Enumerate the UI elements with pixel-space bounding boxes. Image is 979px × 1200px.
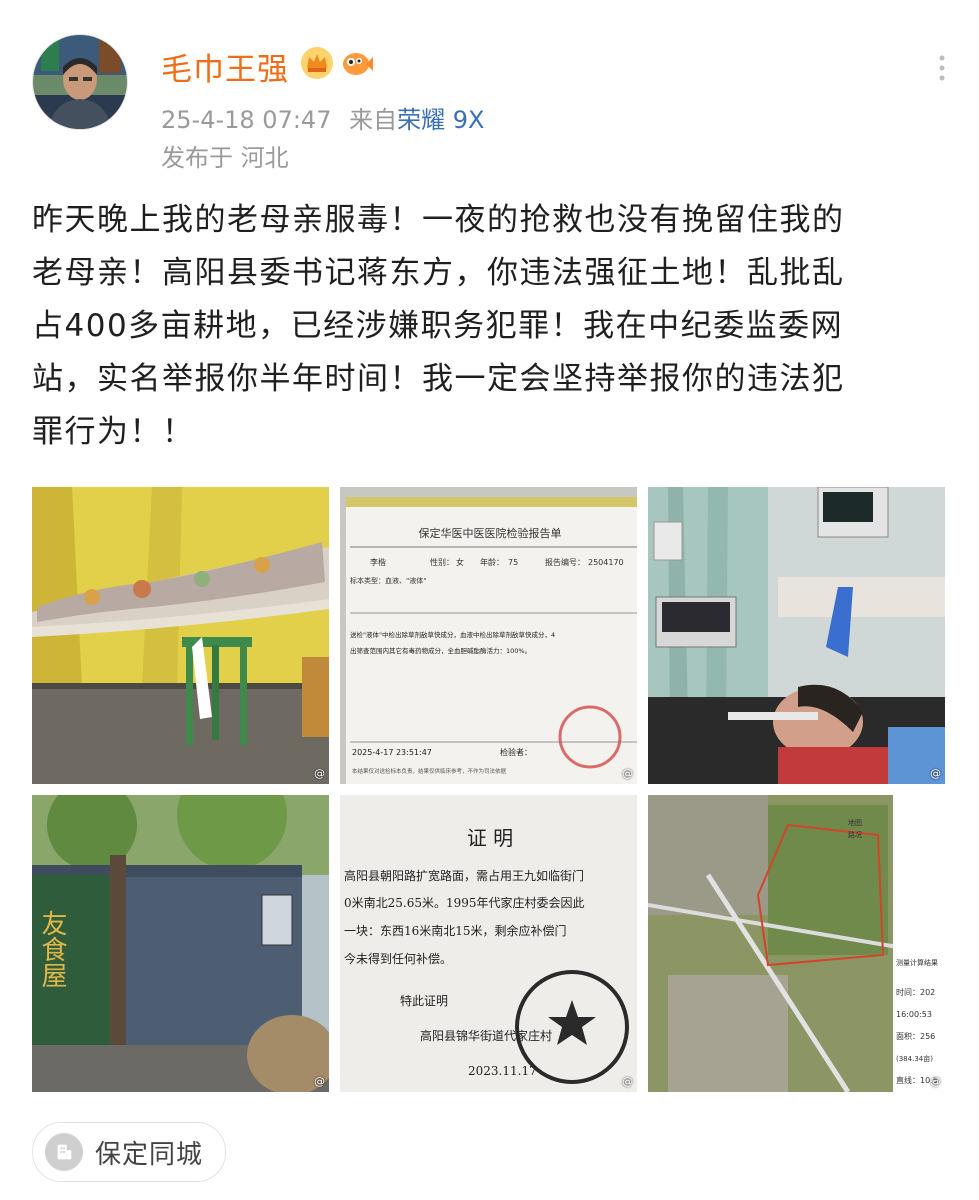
image-grid: @ 保定华医中医医院检验报告单 李楷 性别： 女 年龄： 75 报告编号： 25… — [32, 487, 945, 1092]
certificate-line1: 高阳县朝阳路扩宽路面，需占用王九如临街门 — [344, 868, 584, 883]
watermark: @ — [930, 1075, 941, 1088]
report-title: 保定华医中医医院检验报告单 — [419, 526, 562, 540]
certificate-date: 2023.11.17 — [468, 1064, 537, 1078]
report-no: 2504170 — [588, 558, 624, 567]
fish-icon[interactable] — [340, 46, 374, 80]
image-shack[interactable]: 友食屋 @ — [32, 795, 329, 1092]
timestamp: 25-4-18 07:47 — [161, 106, 332, 134]
report-age: 75 — [508, 558, 518, 567]
topic-tag[interactable]: 保定同城 — [32, 1122, 227, 1182]
map-label1: 地图 — [848, 818, 862, 827]
watermark: @ — [314, 1075, 325, 1088]
watermark: @ — [622, 1075, 633, 1088]
map-time-label: 时间：202 — [896, 987, 935, 997]
post-text-line: 昨天晚上我的老母亲服毒！一夜的抢救也没有挽留住我的 — [32, 202, 845, 238]
watermark: @ — [314, 767, 325, 780]
post-meta: 25-4-18 07:47 来自荣耀 9X — [161, 100, 484, 135]
certificate-closing: 特此证明 — [400, 993, 448, 1008]
report-line1: 送检"液体"中检出除草剂敌草快成分，血液中检出除草剂敌草快成分，4 — [350, 630, 555, 639]
certificate-line4: 今未得到任何补偿。 — [344, 951, 452, 966]
image-lab-report[interactable]: 保定华医中医医院检验报告单 李楷 性别： 女 年龄： 75 报告编号： 2504… — [340, 487, 637, 784]
source-prefix: 来自 — [349, 106, 398, 134]
image-hospital[interactable]: @ — [648, 487, 945, 784]
report-footer: 本结果仅对送检标本负责，结果仅供临床参考，不作为司法依据 — [352, 767, 507, 775]
certificate-line2: 0米南北25.65米。1995年代家庄村委会因此 — [344, 895, 585, 910]
watermark: @ — [930, 767, 941, 780]
map-area-label: 面积：256 — [896, 1031, 935, 1041]
map-mu: (384.34亩) — [896, 1054, 933, 1063]
shack-sign: 友食屋 — [37, 910, 67, 988]
image-map[interactable]: 地图 路况 测量计算结果 时间：202 16:00:53 面积：256 (384… — [648, 795, 945, 1092]
post-text-line: 站，实名举报你半年时间！我一定会坚持举报你的违法犯 — [32, 361, 845, 397]
image-bier[interactable]: @ — [32, 487, 329, 784]
certificate-issuer: 高阳县锦华街道代家庄村 — [420, 1028, 552, 1043]
device-link[interactable]: 荣耀 9X — [397, 106, 484, 134]
report-age-label: 年龄： — [480, 557, 504, 567]
report-line2: 出筛查范围内其它有毒药物成分，全血胆碱酯酶活力：100%。 — [350, 646, 531, 655]
post-text-line: 占400多亩耕地，已经涉嫌职务犯罪！我在中纪委监委网 — [32, 308, 844, 344]
map-label2: 路况 — [848, 830, 862, 839]
report-gender-label: 性别： — [430, 557, 454, 567]
report-sample: 标本类型：血液、"液体" — [350, 576, 426, 585]
report-datetime: 2025-4-17 23:51:47 — [352, 748, 432, 757]
report-name: 李楷 — [370, 557, 386, 567]
post-text-line: 罪行为！！ — [32, 414, 195, 450]
crown-icon[interactable] — [300, 46, 334, 80]
report-no-label: 报告编号： — [545, 557, 585, 567]
report-gender: 女 — [456, 557, 464, 567]
map-time-value: 16:00:53 — [896, 1010, 932, 1019]
image-certificate[interactable]: 证 明 高阳县朝阳路扩宽路面，需占用王九如临街门 0米南北25.65米。1995… — [340, 795, 637, 1092]
map-result-title: 测量计算结果 — [896, 958, 938, 967]
report-examiner-label: 检验者： — [500, 747, 532, 757]
post-text: 昨天晚上我的老母亲服毒！一夜的抢救也没有挽留住我的 老母亲！高阳县委书记蒋东方，… — [32, 194, 947, 459]
location: 发布于 河北 — [161, 144, 289, 172]
badges — [300, 46, 374, 80]
topic-tag-label: 保定同城 — [95, 1139, 204, 1170]
building-icon — [45, 1133, 83, 1171]
avatar[interactable] — [32, 34, 128, 130]
username[interactable]: 毛巾王强 — [161, 44, 289, 89]
certificate-line3: 一块：东西16米南北15米，剩余应补偿门 — [344, 923, 567, 938]
post-header: 毛巾王强 25-4-18 07:47 来自荣耀 9X 发布于 河北 — [32, 34, 947, 174]
more-vertical-icon[interactable] — [937, 54, 947, 82]
post-text-line: 老母亲！高阳县委书记蒋东方，你违法强征土地！乱批乱 — [32, 255, 845, 291]
watermark: @ — [622, 767, 633, 780]
certificate-title: 证 明 — [467, 826, 513, 850]
